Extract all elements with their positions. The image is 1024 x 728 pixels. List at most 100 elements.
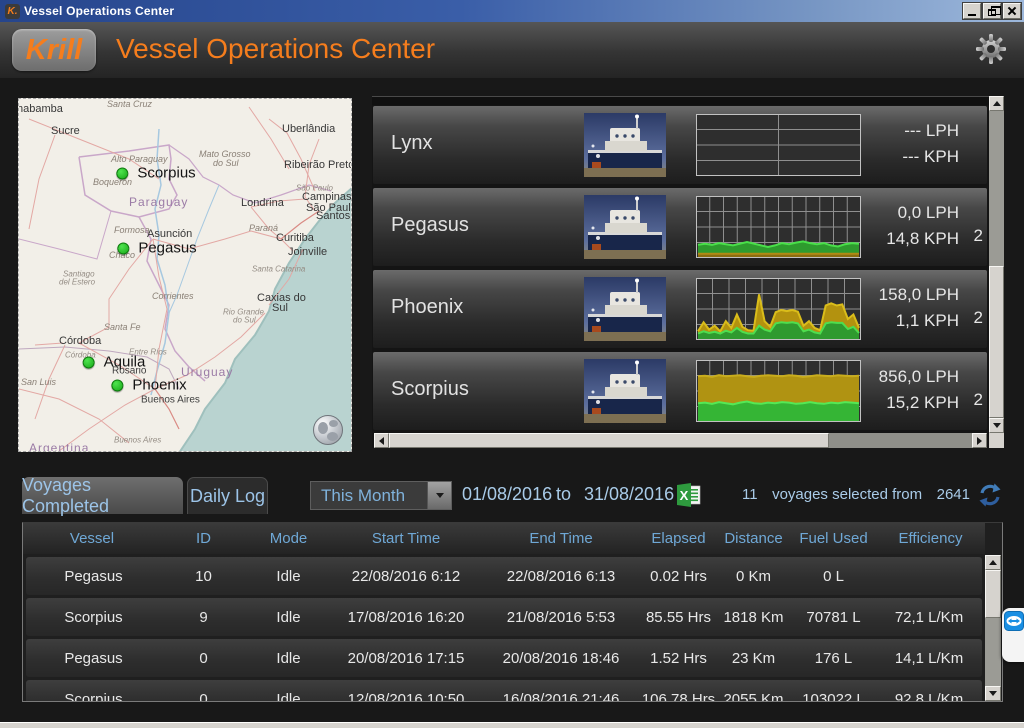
column-header[interactable]: Elapsed [641,530,716,547]
map-place-label: Curitiba [276,232,314,244]
minimize-button[interactable] [963,3,981,19]
krill-logo[interactable]: Krill [12,29,96,71]
voyage-row[interactable]: Pegasus10Idle22/08/2016 6:1222/08/2016 6… [26,557,982,595]
voyage-cell: Idle [246,650,331,667]
voyage-cell: 9 [161,609,246,626]
column-header[interactable]: Vessel [23,530,161,547]
selected-count: 11 [742,486,758,503]
vessel-thumbnail [584,113,666,177]
app-icon: K. [5,4,20,19]
map-place-label: Ribeirão Preto [284,159,352,171]
fleet-row-phoenix[interactable]: Phoenix158,0 LPH1,1 KPH2 [373,270,987,348]
combo-dropdown-button[interactable] [427,482,451,509]
voyage-row[interactable]: Pegasus0Idle20/08/2016 17:1520/08/2016 1… [26,639,982,677]
chevron-down-icon [436,493,444,498]
scroll-left-button[interactable] [374,433,389,448]
fleet-horizontal-scrollbar[interactable] [374,433,987,448]
vessel-marker-scorpius[interactable]: Scorpius [116,165,195,182]
minimize-icon [968,14,976,16]
voyage-cell: 0 L [791,568,876,585]
tab-label: Voyages Completed [22,475,183,517]
refresh-button[interactable] [978,483,1002,512]
marker-vessel-name: Phoenix [132,377,186,394]
vessel-marker-phoenix[interactable]: Phoenix [111,377,186,394]
voyage-cell: 17/08/2016 16:20 [331,609,481,626]
column-header[interactable]: Fuel Used [791,530,876,547]
voyage-cell: 23 Km [716,650,791,667]
vessel-lph: 0,0 LPH [809,200,959,226]
voyage-cell: 20/08/2016 17:15 [331,650,481,667]
vessel-kph: 14,8 KPH [809,226,959,252]
app-header: Krill Vessel Operations Center [0,22,1024,78]
fleet-row-lynx[interactable]: Lynx--- LPH--- KPH [373,106,987,184]
voyage-cell: Pegasus [26,650,161,667]
vessel-stats: 856,0 LPH15,2 KPH [809,364,959,416]
voyage-cell: 22/08/2016 6:12 [331,568,481,585]
scroll-thumb[interactable] [985,570,1001,618]
vessel-name: Phoenix [391,296,463,319]
column-header[interactable]: Mode [246,530,331,547]
vessel-extra-value: 2 [974,390,983,410]
vessel-marker-aquila[interactable]: Aquila [83,354,146,371]
column-header[interactable]: Efficiency [876,530,985,547]
globe-icon[interactable] [313,415,343,445]
scrollbar-corner [989,433,1004,448]
export-excel-button[interactable]: X [676,482,702,513]
vessel-name: Lynx [391,132,433,155]
voyage-cell: Idle [246,691,331,703]
restore-icon [988,9,996,16]
map-place-label: Buenos Aires [141,395,200,406]
close-button[interactable] [1003,3,1021,19]
scroll-right-button[interactable] [972,433,987,448]
window-title: Vessel Operations Center [24,4,961,18]
date-to[interactable]: 31/08/2016 [584,484,674,505]
voyage-row[interactable]: Scorpius9Idle17/08/2016 16:2021/08/2016 … [26,598,982,636]
period-select[interactable]: This Month [310,481,452,510]
map-place-label: Alto Paraguay [111,154,168,164]
map-place-label: Corrientes [152,291,194,301]
map-place-label: San Luis [21,377,56,387]
tab-voyages-completed[interactable]: Voyages Completed [22,477,183,514]
scroll-down-button[interactable] [985,686,1001,701]
vessel-marker-pegasus[interactable]: Pegasus [117,240,196,257]
vessel-thumbnail [584,359,666,423]
vessel-map[interactable]: habambaSanta CruzSucreUberlândiaMato Gro… [18,98,352,452]
gear-icon[interactable] [974,32,1008,71]
scroll-thumb[interactable] [989,266,1004,418]
tab-label: Daily Log [190,486,265,507]
column-header[interactable]: Start Time [331,530,481,547]
voyage-cell: 176 L [791,650,876,667]
fleet-row-pegasus[interactable]: Pegasus0,0 LPH14,8 KPH2 [373,188,987,266]
column-header[interactable]: Distance [716,530,791,547]
scroll-up-button[interactable] [985,555,1001,570]
restore-button[interactable] [983,3,1001,19]
voyage-cell: 2055 Km [716,691,791,703]
voyage-cell: Scorpius [26,691,161,703]
selected-label: voyages selected from [772,486,922,503]
voyage-row[interactable]: Scorpius0Idle12/08/2016 10:5016/08/2016 … [26,680,982,702]
fleet-panel: Lynx--- LPH--- KPHPegasus0,0 LPH14,8 KPH… [372,96,1004,448]
map-place-label: Santos [316,210,350,222]
fleet-vertical-scrollbar[interactable] [989,96,1004,433]
fleet-row-scorpius[interactable]: Scorpius856,0 LPH15,2 KPH2 [373,352,987,430]
column-header[interactable]: ID [161,530,246,547]
map-place-label: del Estero [59,278,95,287]
scroll-up-button[interactable] [989,96,1004,111]
teamviewer-panel-tab[interactable] [1002,608,1024,662]
map-place-label: Santa Cruz [107,99,152,109]
period-selected-value: This Month [311,486,427,506]
scroll-down-button[interactable] [989,418,1004,433]
voyage-cell: Idle [246,609,331,626]
map-place-label: Argentina [29,441,89,452]
map-place-label: Uberlândia [282,123,335,135]
map-place-label: Paraguay [129,195,188,209]
scroll-thumb[interactable] [389,433,829,448]
column-header[interactable]: End Time [481,530,641,547]
map-place-label: do Sul [233,316,256,325]
date-from[interactable]: 01/08/2016 [462,484,552,505]
table-vertical-scrollbar[interactable] [985,555,1001,701]
voyage-cell: 22/08/2016 6:13 [481,568,641,585]
tab-daily-log[interactable]: Daily Log [187,477,268,514]
voyage-cell: 1.52 Hrs [641,650,716,667]
voyage-cell: 21/08/2016 5:53 [481,609,641,626]
